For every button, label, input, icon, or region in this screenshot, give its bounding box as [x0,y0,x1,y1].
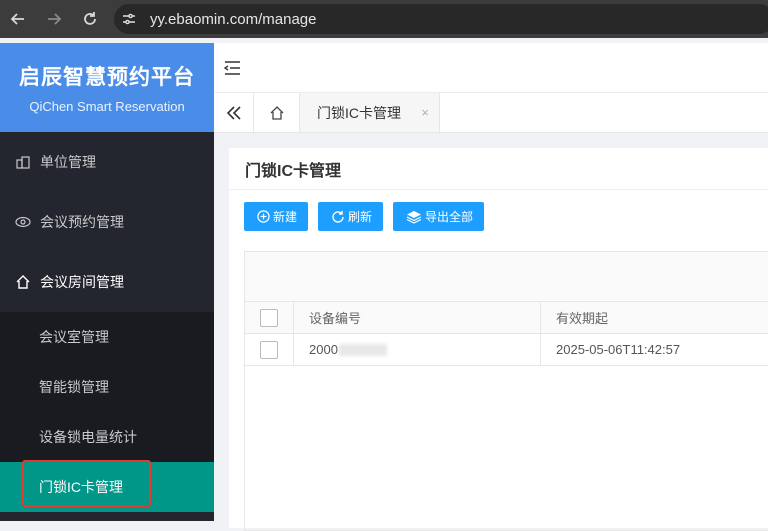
submenu-meeting-rooms: 会议室管理 智能锁管理 设备锁电量统计 门锁IC卡管理 [0,312,214,512]
select-all-checkbox[interactable] [260,308,278,327]
refresh-button-label: 刷新 [348,210,373,224]
sidebar-subitem-meeting-room[interactable]: 会议室管理 [0,312,214,362]
cell-device-no: 2000 [294,334,541,365]
collapse-menu-icon[interactable] [224,60,242,76]
sidebar-item-meeting-rooms[interactable]: 会议房间管理 [0,252,214,312]
brand: 启辰智慧预约平台 QiChen Smart Reservation [0,43,214,132]
device-no-text: 2000 [309,342,338,357]
table-row[interactable]: 2000 2025-05-06T11:42:57 [245,334,768,366]
top-header [214,43,768,93]
building-icon [14,153,32,171]
row-checkbox[interactable] [260,340,278,359]
sidebar: 启辰智慧预约平台 QiChen Smart Reservation 单位管理 会… [0,43,214,521]
tab-label: 门锁IC卡管理 [317,104,401,121]
sidebar-subitem-label: 设备锁电量统计 [39,429,137,445]
forward-icon[interactable] [36,0,72,38]
sidebar-item-organization[interactable]: 单位管理 [0,132,214,192]
table-header-row: 设备编号 有效期起 [245,302,768,334]
tab-home-icon[interactable] [254,93,300,132]
brand-subtitle: QiChen Smart Reservation [29,99,185,114]
data-table: 设备编号 有效期起 2000 2025-05-06T11:42:57 [244,251,768,531]
back-icon[interactable] [0,0,36,38]
sidebar-item-label: 单位管理 [40,154,96,170]
home-icon [14,273,32,291]
sidebar-subitem-label: 会议室管理 [39,329,109,345]
browser-toolbar: yy.ebaomin.com/manage [0,0,768,38]
add-circle-icon [257,210,270,223]
reload-icon[interactable] [72,0,108,38]
new-button-label: 新建 [273,210,298,224]
action-toolbar: 新建 刷新 导出全部 [244,202,485,231]
export-button-label: 导出全部 [425,210,474,224]
redacted-mask [338,343,387,356]
eye-icon [14,213,32,231]
sidebar-subitem-smart-lock[interactable]: 智能锁管理 [0,362,214,412]
table-toolbar-area [245,252,768,302]
sidebar-subitem-ic-card[interactable]: 门锁IC卡管理 [0,460,214,512]
site-info-icon[interactable] [114,4,144,34]
content-card: 门锁IC卡管理 新建 刷新 导出全部 设备编号 有效期起 2000 2025-0… [229,148,768,531]
cell-valid-from: 2025-05-06T11:42:57 [556,342,681,357]
page-title: 门锁IC卡管理 [229,148,768,190]
tab-ic-card[interactable]: 门锁IC卡管理 × [300,93,440,132]
column-header-device-no[interactable]: 设备编号 [294,302,541,333]
refresh-icon [331,210,345,224]
export-all-button[interactable]: 导出全部 [393,202,485,231]
tab-bar: 门锁IC卡管理 × [214,93,768,133]
address-bar[interactable]: yy.ebaomin.com/manage [114,4,768,34]
new-button[interactable]: 新建 [244,202,309,231]
sidebar-item-label: 会议预约管理 [40,214,124,230]
brand-title: 启辰智慧预约平台 [19,66,195,89]
url-text: yy.ebaomin.com/manage [150,10,317,28]
sidebar-item-label: 会议房间管理 [40,274,124,290]
tabs-scroll-left-icon[interactable] [214,93,254,132]
tab-close-icon[interactable]: × [421,105,429,120]
sidebar-subitem-lock-battery[interactable]: 设备锁电量统计 [0,412,214,462]
sidebar-subitem-label: 智能锁管理 [39,379,109,395]
sidebar-item-meeting-booking[interactable]: 会议预约管理 [0,192,214,252]
column-header-valid-from[interactable]: 有效期起 [541,302,768,333]
refresh-button[interactable]: 刷新 [318,202,384,231]
sidebar-subitem-label: 门锁IC卡管理 [39,479,123,495]
layers-icon [406,210,422,224]
